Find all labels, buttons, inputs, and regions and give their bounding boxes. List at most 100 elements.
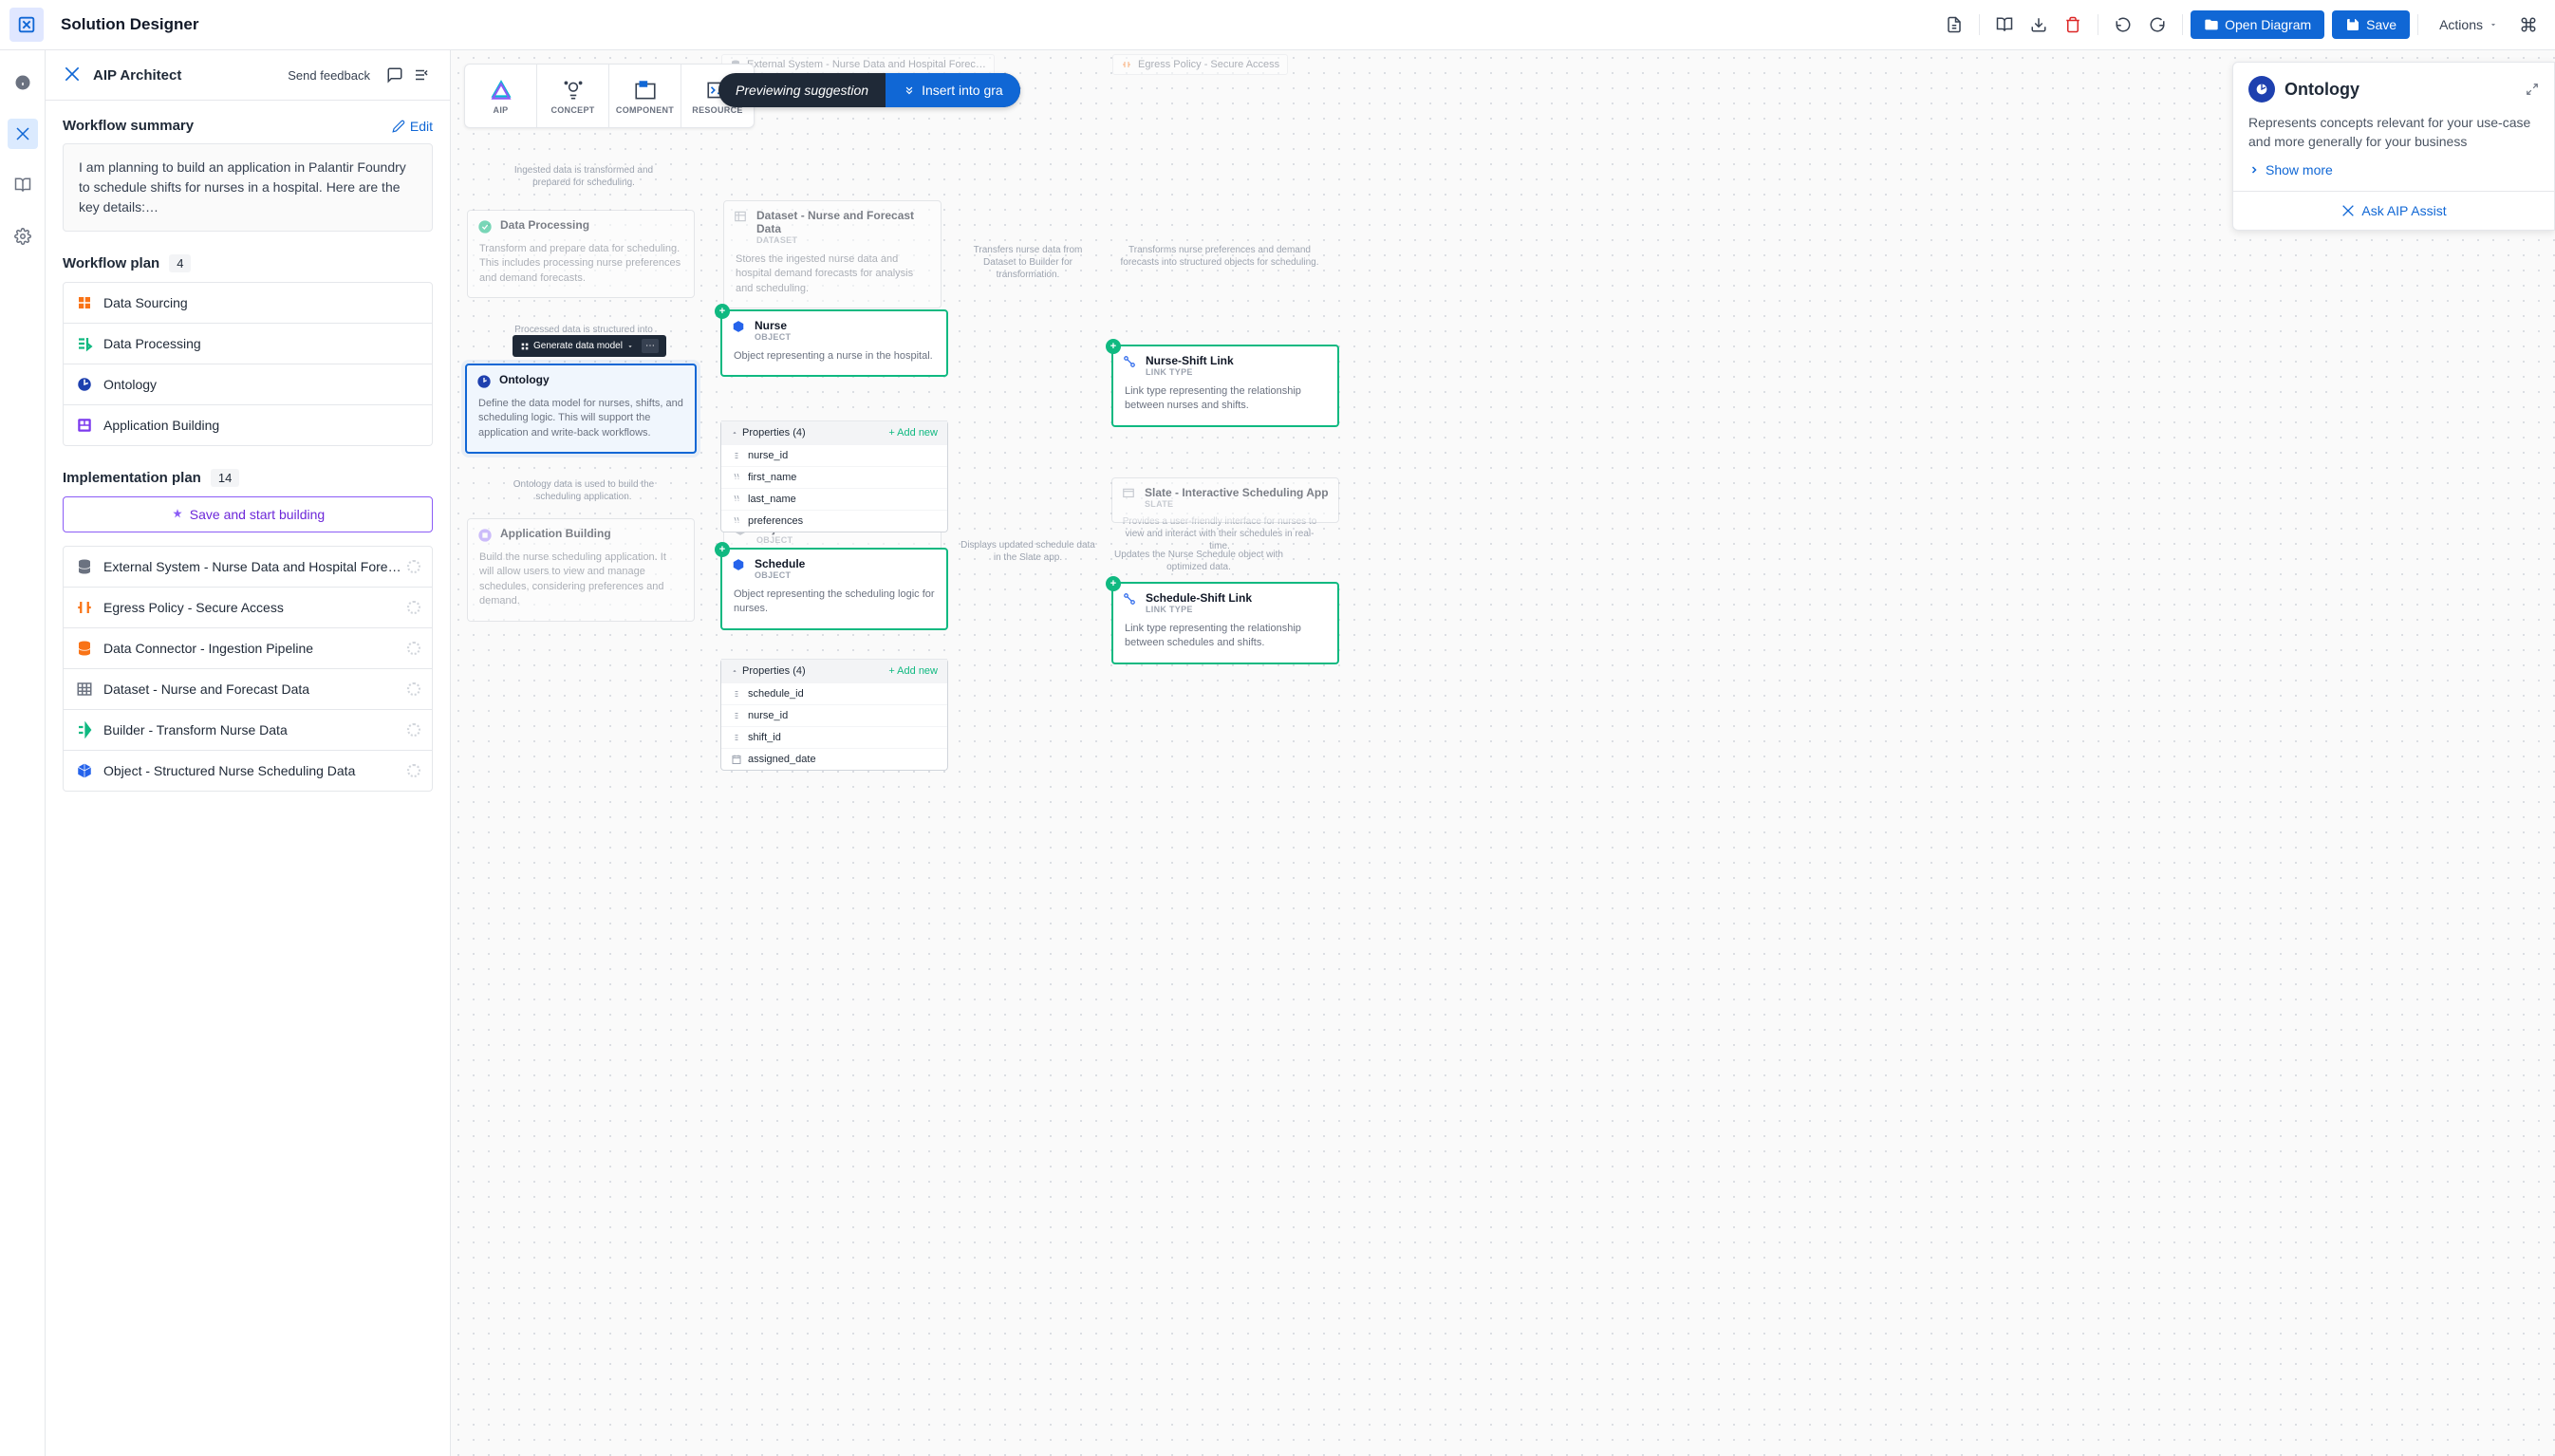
plan-item-icon [75, 761, 94, 780]
open-diagram-label: Open Diagram [2225, 17, 2311, 32]
chip-egress-policy[interactable]: Egress Policy - Secure Access [1112, 54, 1288, 75]
plan-item-label: Dataset - Nurse and Forecast Data [103, 681, 407, 697]
workflow-plan-item[interactable]: Data Processing [63, 324, 433, 364]
save-button[interactable]: Save [2332, 10, 2410, 39]
prop-row[interactable]: last_name [721, 488, 947, 510]
node-nurse-props: Properties (4) + Add new nurse_id first_… [720, 420, 948, 532]
prop-row[interactable]: nurse_id [721, 704, 947, 726]
chip-menu-icon[interactable]: ⋯ [642, 339, 659, 353]
impl-plan-item[interactable]: Object - Structured Nurse Scheduling Dat… [63, 751, 433, 792]
insert-into-graph-button[interactable]: Insert into gra [886, 73, 1020, 107]
node-nurse[interactable]: + NurseOBJECT Object representing a nurs… [720, 309, 948, 377]
plan-item-label: Object - Structured Nurse Scheduling Dat… [103, 763, 407, 778]
rail-settings-icon[interactable] [8, 221, 38, 252]
rail-info-icon[interactable] [8, 67, 38, 98]
node-slate[interactable]: Slate - Interactive Scheduling AppSLATE [1111, 477, 1339, 523]
plan-item-label: Data Connector - Ingestion Pipeline [103, 641, 407, 656]
workflow-summary-heading: Workflow summary [63, 118, 194, 134]
plan-item-label: Data Processing [103, 336, 420, 351]
node-ontology[interactable]: Ontology Define the data model for nurse… [465, 364, 697, 454]
redo-icon[interactable] [2143, 10, 2172, 39]
data-processing-icon [477, 219, 493, 234]
edit-label: Edit [410, 119, 433, 134]
add-property-button[interactable]: + Add new [888, 427, 938, 439]
actions-button[interactable]: Actions [2426, 10, 2511, 39]
impl-plan-heading: Implementation plan [63, 470, 201, 486]
status-indicator [407, 560, 420, 573]
status-indicator [407, 764, 420, 777]
status-indicator [407, 642, 420, 655]
command-icon[interactable] [2514, 10, 2543, 39]
rail-book-icon[interactable] [8, 170, 38, 200]
topbar: Solution Designer Open Diagram Save Acti… [0, 0, 2555, 50]
show-more-link[interactable]: Show more [2233, 162, 2554, 191]
generate-data-model-chip[interactable]: Generate data model ⋯ [513, 335, 666, 357]
plan-item-label: Data Sourcing [103, 295, 420, 310]
chip-external-system[interactable]: External System - Nurse Data and Hospita… [721, 54, 995, 75]
plan-item-icon [75, 720, 94, 739]
collapse-icon[interactable] [410, 64, 433, 86]
ask-aip-assist-button[interactable]: Ask AIP Assist [2233, 191, 2554, 230]
node-schedule[interactable]: + ScheduleOBJECT Object representing the… [720, 548, 948, 630]
trash-icon[interactable] [2059, 10, 2087, 39]
app-logo [9, 8, 44, 42]
prop-row[interactable]: preferences [721, 510, 947, 532]
impl-plan-list: External System - Nurse Data and Hospita… [46, 546, 450, 809]
download-icon[interactable] [2024, 10, 2053, 39]
status-indicator [407, 682, 420, 696]
workflow-plan-item[interactable]: Data Sourcing [63, 282, 433, 324]
ontology-panel-title: Ontology [2285, 80, 2526, 100]
prop-row[interactable]: schedule_id [721, 682, 947, 704]
ontology-panel-desc: Represents concepts relevant for your us… [2233, 108, 2554, 162]
save-label: Save [2366, 17, 2396, 32]
plan-item-icon [75, 334, 94, 353]
chat-icon[interactable] [383, 64, 406, 86]
impl-plan-count: 14 [211, 469, 239, 487]
impl-plan-item[interactable]: External System - Nurse Data and Hospita… [63, 546, 433, 588]
edge-label-transforms: Transforms nurse preferences and demand … [1115, 244, 1324, 269]
architect-header: AIP Architect Send feedback [46, 50, 450, 101]
add-badge-icon: + [1106, 576, 1121, 591]
node-app-building[interactable]: Application Building Build the nurse sch… [467, 518, 695, 622]
book-icon[interactable] [1990, 10, 2019, 39]
prop-row[interactable]: nurse_id [721, 444, 947, 466]
impl-plan-item[interactable]: Data Connector - Ingestion Pipeline [63, 628, 433, 669]
plan-item-icon [75, 293, 94, 312]
impl-plan-item[interactable]: Egress Policy - Secure Access [63, 588, 433, 628]
node-nurse-shift-link[interactable]: + Nurse-Shift LinkLINK TYPE Link type re… [1111, 345, 1339, 427]
expand-panel-icon[interactable] [2526, 83, 2539, 96]
prop-row[interactable]: first_name [721, 466, 947, 488]
edit-summary-link[interactable]: Edit [392, 119, 433, 134]
tool-component[interactable]: COMPONENT [609, 65, 681, 127]
canvas[interactable]: AIP CONCEPT COMPONENT RESOURCE Previewin… [451, 50, 2555, 1456]
document-icon[interactable] [1940, 10, 1968, 39]
workflow-plan-item[interactable]: Application Building [63, 405, 433, 446]
workflow-plan-list: Data Sourcing Data Processing OntologyAppl… [46, 282, 450, 463]
slate-icon [1122, 487, 1137, 502]
architect-icon [63, 65, 84, 85]
prop-row[interactable]: assigned_date [721, 748, 947, 770]
send-feedback-link[interactable]: Send feedback [288, 68, 370, 83]
edge-label-updates: Updates the Nurse Schedule object with o… [1113, 549, 1284, 573]
node-data-processing[interactable]: Data Processing Transform and prepare da… [467, 210, 695, 298]
undo-icon[interactable] [2109, 10, 2137, 39]
prop-row[interactable]: shift_id [721, 726, 947, 748]
plan-item-icon [75, 680, 94, 699]
node-schedule-props: Properties (4) + Add new schedule_id nur… [720, 659, 948, 771]
plan-item-label: Egress Policy - Secure Access [103, 600, 407, 615]
impl-plan-item[interactable]: Builder - Transform Nurse Data [63, 710, 433, 751]
add-property-button[interactable]: + Add new [888, 665, 938, 677]
workflow-plan-item[interactable]: Ontology [63, 364, 433, 405]
node-dataset[interactable]: Dataset - Nurse and Forecast DataDATASET… [723, 200, 942, 308]
rail-architect-icon[interactable] [8, 119, 38, 149]
plan-item-icon [75, 375, 94, 394]
open-diagram-button[interactable]: Open Diagram [2191, 10, 2324, 39]
tool-aip[interactable]: AIP [465, 65, 537, 127]
save-start-building-button[interactable]: Save and start building [63, 496, 433, 532]
workflow-plan-heading: Workflow plan [63, 255, 159, 271]
plan-item-label: Builder - Transform Nurse Data [103, 722, 407, 737]
impl-plan-item[interactable]: Dataset - Nurse and Forecast Data [63, 669, 433, 710]
node-schedule-shift-link[interactable]: + Schedule-Shift LinkLINK TYPE Link type… [1111, 582, 1339, 664]
tool-concept[interactable]: CONCEPT [537, 65, 609, 127]
ontology-panel-icon [2248, 76, 2275, 103]
